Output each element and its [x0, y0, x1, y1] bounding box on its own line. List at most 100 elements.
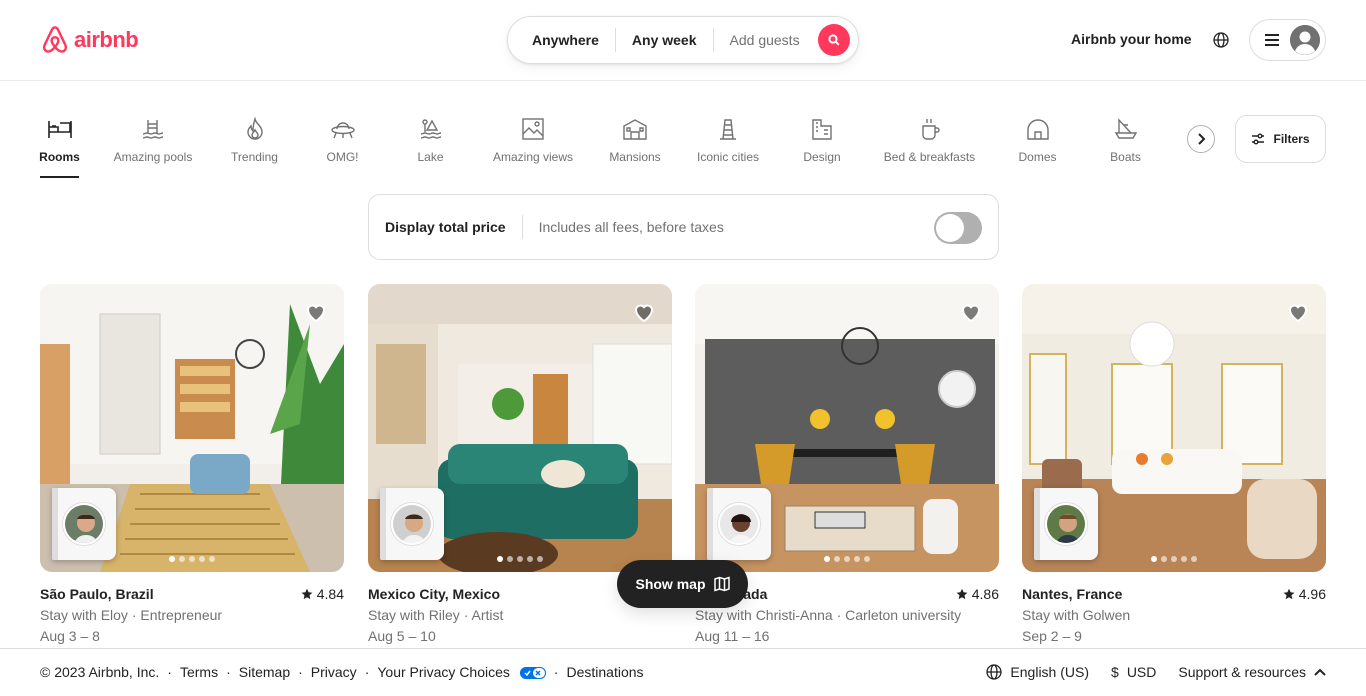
category-boats[interactable]: Boats: [1109, 105, 1142, 177]
search-anywhere-button[interactable]: Anywhere: [508, 28, 615, 52]
category-label: Design: [803, 150, 841, 164]
listing-photo[interactable]: [40, 284, 344, 572]
footer-link-sitemap[interactable]: Sitemap: [239, 664, 290, 680]
category-omg[interactable]: OMG!: [326, 105, 359, 177]
category-domes[interactable]: Domes: [1017, 105, 1058, 177]
category-label: Boats: [1110, 150, 1141, 164]
privacy-choices-label: Your Privacy Choices: [377, 664, 510, 680]
show-map-button[interactable]: Show map: [617, 560, 748, 608]
heart-icon[interactable]: [304, 300, 328, 324]
category-rooms[interactable]: Rooms: [39, 105, 80, 178]
search-bar[interactable]: Anywhere Any week Add guests: [507, 16, 859, 64]
footer-separator: ·: [298, 664, 303, 680]
search-icon: [828, 34, 840, 46]
listing-dates: Aug 11 – 16: [695, 628, 770, 644]
heart-icon[interactable]: [632, 300, 656, 324]
currency-symbol: $: [1111, 664, 1119, 680]
category-label: Domes: [1018, 150, 1057, 164]
privacy-choices-icon: [519, 667, 546, 680]
listing-photo[interactable]: [1022, 284, 1326, 572]
footer-link-destinations[interactable]: Destinations: [566, 664, 643, 680]
design-icon: [809, 116, 835, 142]
listing-description: Stay with Eloy · Entrepreneur: [40, 607, 223, 623]
airbnb-logo[interactable]: airbnb: [40, 24, 139, 56]
brand-name: airbnb: [74, 27, 139, 52]
filters-label: Filters: [1273, 132, 1310, 146]
category-design[interactable]: Design: [802, 105, 842, 177]
search-submit-button[interactable]: [818, 24, 850, 56]
listing-description: Stay with Christi-Anna · Carleton univer…: [695, 607, 962, 623]
airbnb-your-home-link[interactable]: Airbnb your home: [1071, 31, 1192, 47]
pool-icon: [140, 116, 166, 142]
photo-carousel-dots: [497, 556, 543, 562]
globe-icon: [986, 664, 1003, 680]
footer-link-privacy[interactable]: Privacy: [311, 664, 357, 680]
search-any-week-button[interactable]: Any week: [616, 28, 713, 52]
ufo-icon: [330, 116, 356, 142]
heart-icon[interactable]: [959, 300, 983, 324]
search-add-guests-button[interactable]: Add guests: [714, 28, 816, 52]
category-label: Lake: [417, 150, 444, 164]
category-iconic-cities[interactable]: Iconic cities: [694, 105, 762, 177]
star-icon: [1283, 588, 1295, 600]
category-bar: Rooms Amazing pools Trending OMG! Lake A…: [0, 105, 1366, 180]
boat-icon: [1113, 116, 1139, 142]
total-price-toggle[interactable]: [934, 212, 982, 244]
globe-icon: [1213, 32, 1229, 48]
toggle-knob: [936, 214, 964, 242]
support-resources-button[interactable]: Support & resources: [1178, 664, 1326, 680]
star-icon: [956, 588, 968, 600]
language-button[interactable]: [1209, 28, 1233, 52]
footer-link-privacy-choices[interactable]: Your Privacy Choices: [377, 664, 546, 680]
host-badge: [380, 488, 444, 560]
category-amazing-views[interactable]: Amazing views: [490, 105, 576, 177]
listing-photo[interactable]: [695, 284, 999, 572]
listing-card[interactable]: Nantes, France 4.96 Stay with Golwen Sep…: [1022, 284, 1326, 644]
footer-link-terms[interactable]: Terms: [180, 664, 218, 680]
support-label: Support & resources: [1178, 664, 1306, 680]
views-icon: [520, 116, 546, 142]
category-label: Rooms: [39, 150, 80, 164]
filters-button[interactable]: Filters: [1235, 115, 1326, 163]
total-price-subtitle: Includes all fees, before taxes: [538, 219, 724, 235]
flame-icon: [242, 116, 268, 142]
sliders-icon: [1252, 133, 1265, 145]
language-selector[interactable]: English (US): [986, 664, 1089, 680]
heart-icon[interactable]: [1286, 300, 1310, 324]
copyright-text: © 2023 Airbnb, Inc.: [40, 664, 160, 680]
category-next-button[interactable]: [1187, 125, 1215, 153]
host-badge: [1034, 488, 1098, 560]
category-label: Trending: [231, 150, 278, 164]
listing-location: Nantes, France: [1022, 586, 1123, 602]
user-menu-button[interactable]: [1249, 19, 1326, 61]
category-bed-and-breakfasts[interactable]: Bed & breakfasts: [881, 105, 978, 177]
category-amazing-pools[interactable]: Amazing pools: [111, 105, 195, 177]
category-label: Amazing pools: [113, 150, 193, 164]
category-label: Mansions: [609, 150, 661, 164]
listing-photo[interactable]: [368, 284, 672, 572]
footer-separator: ·: [167, 664, 172, 680]
category-lake[interactable]: Lake: [416, 105, 445, 177]
listing-description: Stay with Riley · Artist: [368, 607, 504, 623]
breakfast-icon: [917, 116, 943, 142]
hamburger-icon: [1265, 34, 1279, 46]
panel-divider: [521, 215, 523, 239]
category-mansions[interactable]: Mansions: [608, 105, 662, 177]
photo-carousel-dots: [169, 556, 215, 562]
city-icon: [715, 116, 741, 142]
map-icon: [713, 576, 730, 592]
user-avatar-icon: [1290, 25, 1320, 55]
category-trending[interactable]: Trending: [229, 105, 280, 177]
listing-rating: 4.86: [956, 586, 999, 602]
footer-separator: ·: [364, 664, 370, 680]
host-badge: [707, 488, 771, 560]
total-price-panel: Display total price Includes all fees, b…: [368, 194, 999, 260]
host-avatar: [718, 503, 760, 545]
category-label: OMG!: [326, 150, 359, 164]
currency-selector[interactable]: $ USD: [1111, 664, 1156, 680]
listing-dates: Aug 5 – 10: [368, 628, 436, 644]
listing-dates: Sep 2 – 9: [1022, 628, 1082, 644]
listing-card[interactable]: São Paulo, Brazil 4.84 Stay with Eloy · …: [40, 284, 344, 644]
total-price-title: Display total price: [385, 219, 506, 235]
airbnb-logo-icon: [42, 26, 68, 53]
